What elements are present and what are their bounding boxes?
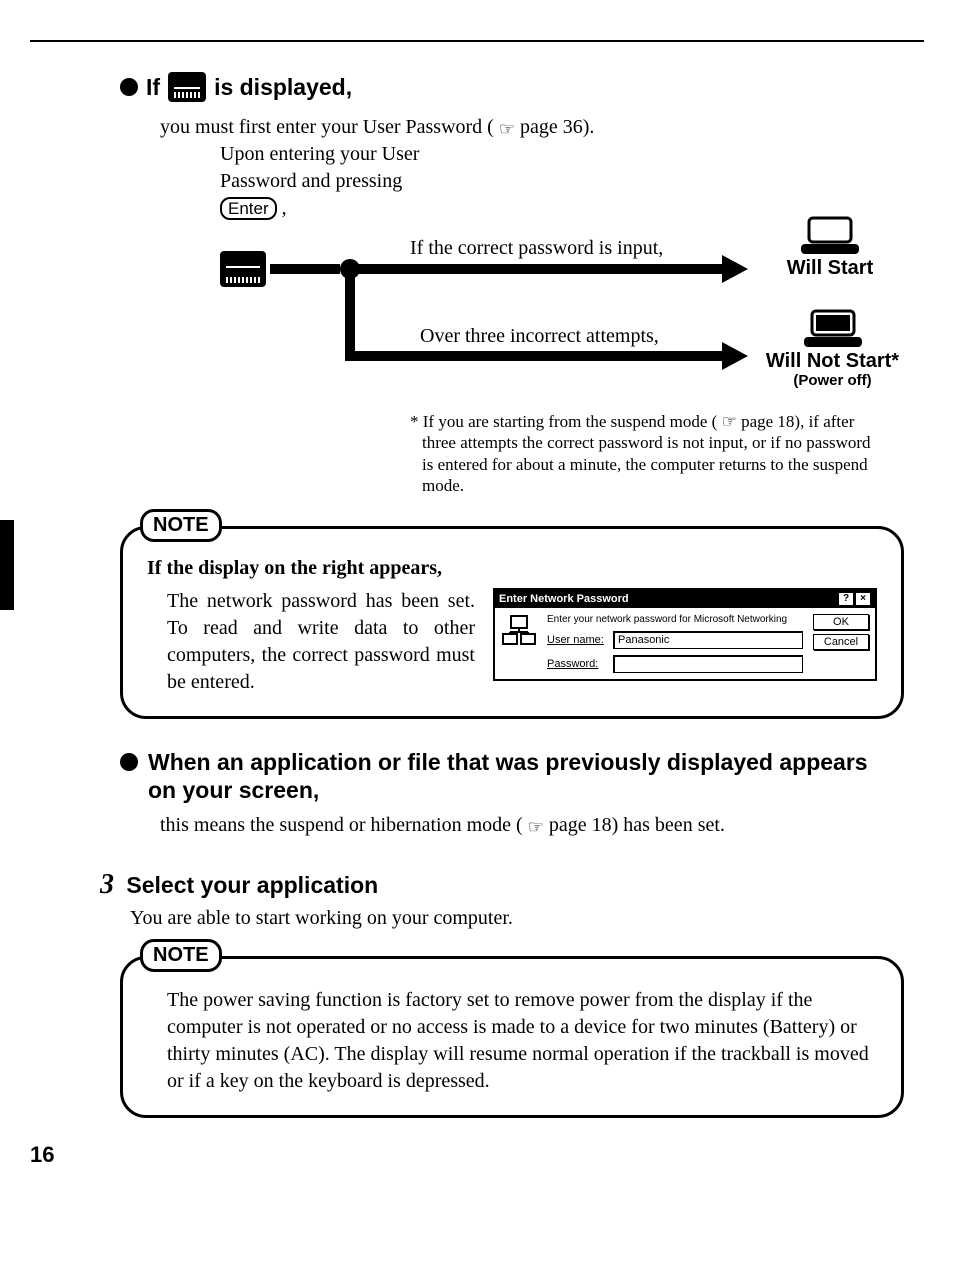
flow-diagram: Upon entering your User Password and pre… — [160, 141, 894, 401]
note-box-2: NOTE The power saving function is factor… — [120, 956, 904, 1118]
flow-line-vert — [345, 269, 355, 361]
note-label: NOTE — [140, 509, 222, 542]
close-icon[interactable]: × — [855, 592, 871, 606]
heading-when-text: When an application or file that was pre… — [148, 749, 884, 804]
username-label: User name: — [547, 634, 607, 646]
hand-pointer-icon: ☞ — [499, 117, 515, 141]
laptop-open-icon — [795, 216, 865, 256]
will-not-start-box: Will Not Start* (Power off) — [745, 309, 920, 389]
intro-text-a: you must first enter your User Password … — [160, 116, 494, 138]
note1-text: The network password has been set. To re… — [147, 588, 475, 696]
flow-upon-comma: , — [282, 197, 287, 219]
help-icon[interactable]: ? — [838, 592, 854, 606]
flow-label-incorrect: Over three incorrect attempts, — [420, 325, 659, 348]
when-body: this means the suspend or hibernation mo… — [160, 812, 924, 839]
bullet-icon — [120, 78, 138, 96]
ok-button[interactable]: OK — [813, 614, 869, 630]
note-label: NOTE — [140, 939, 222, 972]
note1-heading: If the display on the right appears, — [147, 557, 877, 580]
flow-upon-span: Upon entering your User Password and pre… — [220, 143, 419, 192]
dialog-network-icon — [501, 614, 537, 673]
power-off-label: (Power off) — [745, 372, 920, 389]
heading-if-displayed: If is displayed, — [120, 72, 894, 102]
flow-upon-text: Upon entering your User Password and pre… — [220, 141, 420, 222]
dialog-message: Enter your network password for Microsof… — [547, 614, 803, 625]
arrow-icon-top — [722, 255, 748, 283]
top-rule — [30, 40, 924, 42]
flow-line-top — [355, 264, 725, 274]
enter-key-icon: Enter — [220, 197, 277, 220]
page-number: 16 — [30, 1142, 54, 1168]
side-tab — [0, 520, 14, 610]
step-title: Select your application — [126, 872, 378, 898]
network-password-dialog: Enter Network Password ?× — [493, 588, 877, 681]
heading-when-application: When an application or file that was pre… — [120, 749, 884, 804]
heading-if-suffix: is displayed, — [214, 74, 352, 101]
note-box-1: NOTE If the display on the right appears… — [120, 526, 904, 719]
step-3-body: You are able to start working on your co… — [130, 905, 924, 932]
step-number: 3 — [100, 869, 114, 900]
cancel-button[interactable]: Cancel — [813, 634, 869, 650]
will-not-start-label: Will Not Start* — [745, 351, 920, 372]
hand-pointer-icon: ☞ — [528, 815, 544, 839]
will-start-box: Will Start — [750, 216, 910, 279]
heading-if-prefix: If — [146, 74, 160, 101]
bullet-icon — [120, 753, 138, 771]
flow-label-correct: If the correct password is input, — [410, 237, 663, 260]
password-prompt-icon-large — [220, 251, 266, 287]
intro-page-ref: page 36). — [520, 116, 594, 138]
when-body-a: this means the suspend or hibernation mo… — [160, 814, 523, 836]
note2-text: The power saving function is factory set… — [147, 987, 877, 1095]
dialog-title-text: Enter Network Password — [499, 593, 629, 605]
will-start-label: Will Start — [750, 258, 910, 279]
step-3-heading: 3 Select your application — [100, 869, 924, 901]
password-label: Password: — [547, 658, 607, 670]
intro-text: you must first enter your User Password … — [160, 114, 894, 141]
flow-line — [270, 264, 340, 274]
footnote-text: * If you are starting from the suspend m… — [410, 411, 874, 496]
username-field[interactable]: Panasonic — [613, 631, 803, 649]
password-field[interactable] — [613, 655, 803, 673]
dialog-titlebar: Enter Network Password ?× — [495, 590, 875, 608]
section-if-displayed: If is displayed, you must first enter yo… — [120, 72, 894, 496]
dialog-window-controls: ?× — [837, 592, 871, 606]
when-body-page: page 18) has been set. — [549, 814, 725, 836]
flow-line-bottom — [345, 351, 725, 361]
laptop-dark-icon — [798, 309, 868, 349]
password-prompt-icon — [168, 72, 206, 102]
